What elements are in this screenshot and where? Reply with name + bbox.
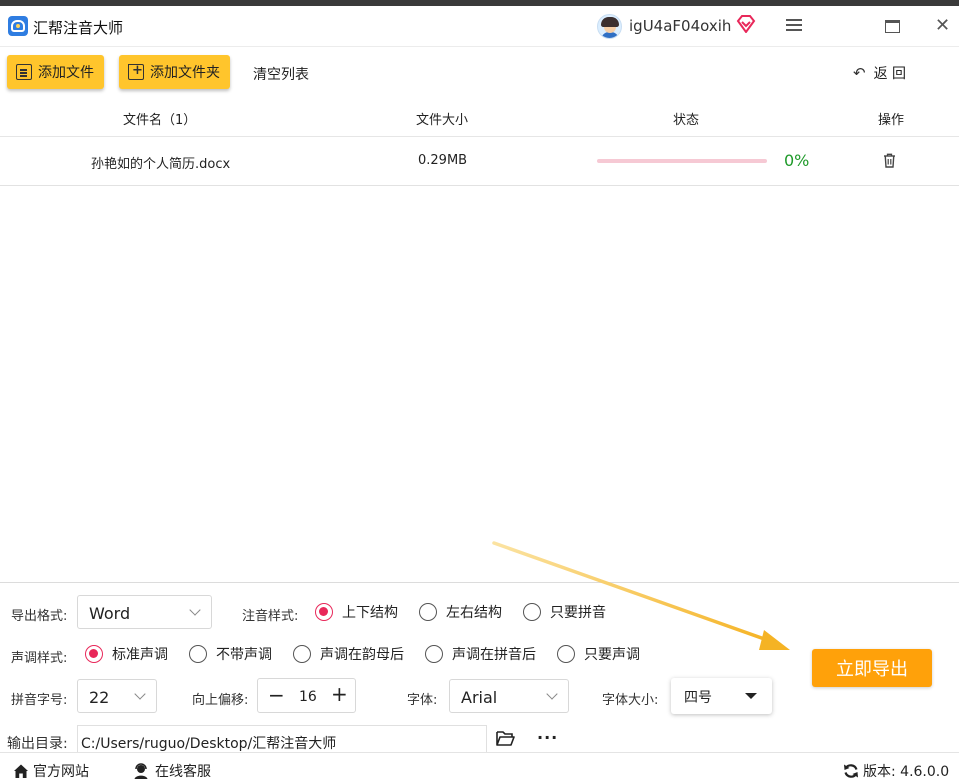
tone-style-label: 声调样式: [11, 651, 68, 666]
file-size-cell: 0.29MB [418, 153, 468, 168]
export-format-value: Word [89, 604, 131, 623]
table-row[interactable]: 孙艳如的个人简历.docx 0.29MB 0% [0, 137, 959, 186]
menu-icon[interactable] [786, 19, 802, 33]
clear-list-button[interactable]: 清空列表 [253, 64, 309, 84]
column-header-name[interactable]: 文件名（1） [123, 109, 196, 128]
column-header-operation: 操作 [878, 113, 905, 128]
app-logo-icon [8, 16, 28, 36]
offset-value[interactable]: 16 [299, 689, 317, 705]
caret-down-icon [745, 693, 757, 699]
add-file-label: 添加文件 [38, 65, 94, 81]
tone-style-group: 标准声调 不带声调 声调在韵母后 声调在拼音后 只要声调 [85, 644, 640, 664]
output-dir-value: C:/Users/ruguo/Desktop/汇帮注音大师 [81, 736, 337, 752]
font-size-label: 字体大小: [602, 693, 659, 708]
chevron-down-icon [134, 688, 146, 700]
chevron-down-icon [189, 604, 201, 616]
vip-diamond-icon[interactable] [736, 15, 756, 33]
font-size-value: 四号 [684, 690, 712, 706]
avatar[interactable] [597, 14, 622, 39]
back-arrow-icon: ↶ [853, 64, 866, 82]
back-label: 返 回 [873, 66, 907, 82]
status-bar: 官方网站 在线客服 版本: 4.6.0.0 [0, 752, 959, 783]
chevron-down-icon [546, 688, 558, 700]
pinyin-size-label: 拼音字号: [11, 693, 68, 708]
radio-annotation-top-bottom[interactable]: 上下结构 [315, 602, 398, 622]
font-value: Arial [461, 688, 498, 707]
column-header-status[interactable]: 状态 [673, 109, 699, 128]
radio-tone-only[interactable]: 只要声调 [557, 644, 640, 664]
radio-tone-after-pinyin[interactable]: 声调在拼音后 [425, 644, 536, 664]
table-header: 文件名（1） 文件大小 状态 操作 [0, 100, 959, 137]
trash-icon[interactable] [883, 153, 896, 168]
folder-open-icon[interactable] [496, 730, 515, 746]
app-title: 汇帮注音大师 [33, 19, 124, 37]
add-folder-button[interactable]: 添加文件夹 [119, 55, 230, 89]
progress-percent: 0% [784, 151, 810, 170]
annotation-style-group: 上下结构 左右结构 只要拼音 [315, 602, 606, 622]
radio-annotation-left-right[interactable]: 左右结构 [419, 602, 502, 622]
decrement-button[interactable]: − [268, 683, 285, 707]
font-select[interactable]: Arial [449, 679, 569, 713]
more-options-icon[interactable]: ··· [537, 728, 558, 747]
add-file-button[interactable]: 添加文件 [7, 55, 104, 89]
refresh-icon [844, 764, 858, 778]
increment-button[interactable]: + [331, 682, 348, 706]
file-name-cell: 孙艳如的个人简历.docx [91, 157, 231, 172]
document-icon [16, 64, 32, 80]
close-icon[interactable]: ✕ [935, 17, 950, 35]
version-label: 版本: 4.6.0.0 [863, 764, 950, 780]
official-website-label: 官方网站 [33, 764, 89, 780]
back-button[interactable]: ↶ 返 回 [853, 63, 906, 83]
online-service-link[interactable]: 在线客服 [133, 761, 211, 781]
official-website-link[interactable]: 官方网站 [13, 761, 89, 781]
title-bar: 汇帮注音大师 igU4aF04oxih ✕ [0, 6, 959, 47]
toolbar-divider [0, 46, 959, 47]
radio-tone-none[interactable]: 不带声调 [189, 644, 272, 664]
version-info: 版本: 4.6.0.0 [843, 761, 949, 781]
radio-annotation-pinyin-only[interactable]: 只要拼音 [523, 602, 606, 622]
font-label: 字体: [407, 693, 438, 708]
home-icon [14, 764, 28, 778]
username[interactable]: igU4aF04oxih [629, 17, 731, 35]
export-format-select[interactable]: Word [77, 595, 212, 629]
annotation-style-label: 注音样式: [242, 609, 299, 624]
add-folder-label: 添加文件夹 [150, 65, 220, 81]
online-service-label: 在线客服 [155, 764, 211, 780]
radio-tone-after-final[interactable]: 声调在韵母后 [293, 644, 404, 664]
maximize-icon[interactable] [885, 20, 900, 33]
export-format-label: 导出格式: [11, 609, 68, 624]
offset-label: 向上偏移: [192, 693, 249, 708]
pinyin-size-value: 22 [89, 688, 110, 707]
radio-tone-standard[interactable]: 标准声调 [85, 644, 168, 664]
export-button[interactable]: 立即导出 [812, 649, 932, 687]
column-header-size[interactable]: 文件大小 [416, 109, 468, 128]
offset-stepper: − 16 + [257, 678, 356, 713]
progress-bar [597, 159, 767, 163]
output-dir-label: 输出目录: [7, 736, 68, 752]
settings-panel: 导出格式: Word 注音样式: 上下结构 左右结构 只要拼音 声调样式: 标准… [0, 582, 959, 756]
pinyin-size-select[interactable]: 22 [77, 679, 157, 713]
customer-service-icon [134, 763, 148, 779]
font-size-select[interactable]: 四号 [671, 678, 772, 714]
folder-add-icon [128, 63, 144, 80]
